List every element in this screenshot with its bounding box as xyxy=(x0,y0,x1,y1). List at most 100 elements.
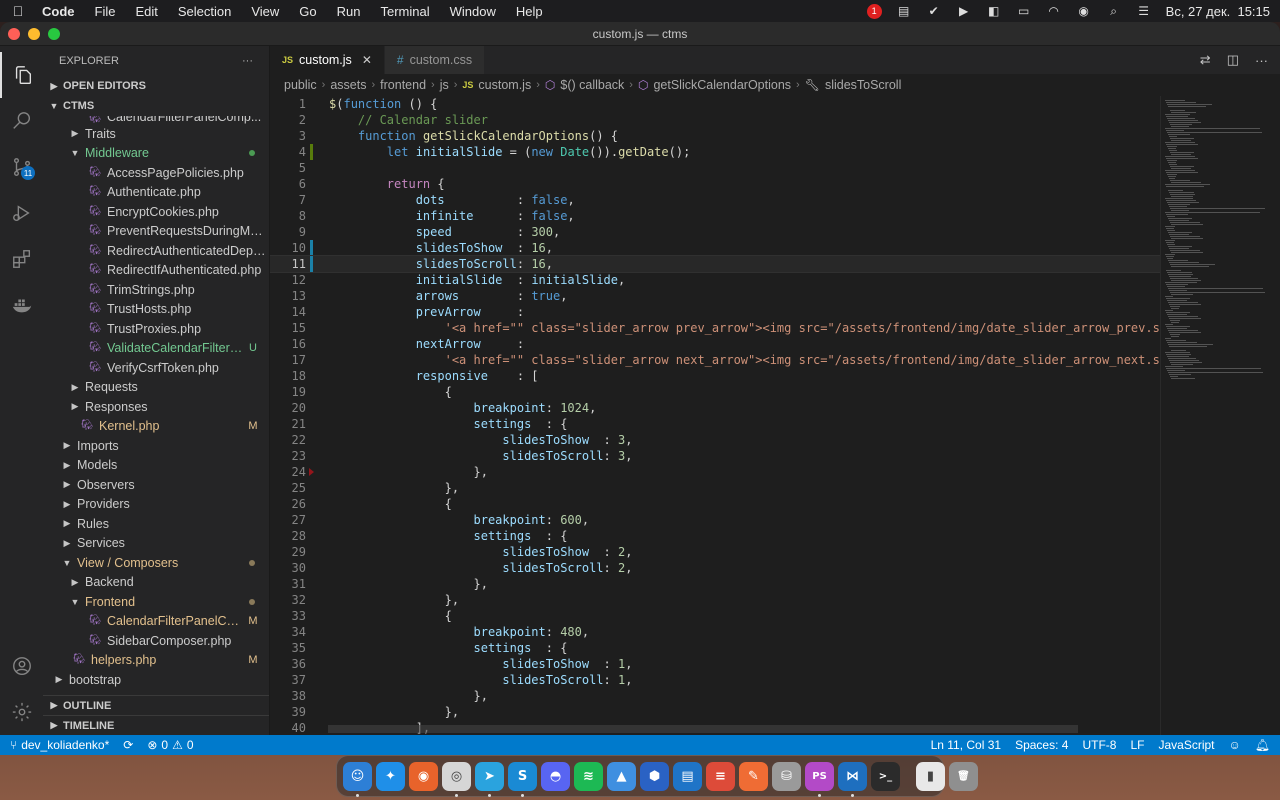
tree-file[interactable]: 🐘︎ VerifyCsrfToken.php xyxy=(43,358,269,378)
minimize-window-icon[interactable] xyxy=(28,28,40,40)
search-icon[interactable] xyxy=(0,98,43,144)
outline-section[interactable]: ▶ OUTLINE xyxy=(43,695,269,715)
code-line[interactable]: 38 }, xyxy=(270,688,1160,704)
discord-icon[interactable]: ◓ xyxy=(541,761,570,791)
line-ending[interactable]: LF xyxy=(1130,738,1144,752)
code-line[interactable]: 17 '<a href="" class="slider_arrow next_… xyxy=(270,352,1160,368)
tree-file[interactable]: 🐘︎ SidebarComposer.php xyxy=(43,631,269,651)
phpstorm-icon[interactable]: PS xyxy=(805,761,834,797)
tree-folder[interactable]: ▼ Middleware xyxy=(43,144,269,164)
firefox-icon[interactable]: ◉ xyxy=(409,761,438,791)
menu-selection[interactable]: Selection xyxy=(178,4,231,19)
code-line[interactable]: 15 '<a href="" class="slider_arrow prev_… xyxy=(270,320,1160,336)
trash-icon[interactable]: 🗑 xyxy=(949,761,978,791)
skype-icon[interactable]: S xyxy=(508,761,537,797)
play-icon[interactable]: ▶ xyxy=(956,4,972,18)
tree-folder[interactable]: ▶ Requests xyxy=(43,378,269,398)
safari-icon[interactable]: ✦ xyxy=(376,761,405,791)
control-center-icon[interactable]: ☰ xyxy=(1136,4,1152,18)
account-icon[interactable] xyxy=(0,643,43,689)
menu-terminal[interactable]: Terminal xyxy=(381,4,430,19)
code-line[interactable]: 32 }, xyxy=(270,592,1160,608)
tree-file[interactable]: 🐘︎ TrustProxies.php xyxy=(43,319,269,339)
code-line[interactable]: 20 breakpoint: 1024, xyxy=(270,400,1160,416)
checkmark-icon[interactable]: ✔ xyxy=(926,4,942,18)
run-debug-icon[interactable] xyxy=(0,190,43,236)
branch-status[interactable]: ⑂ dev_koliadenko* xyxy=(10,738,109,752)
keyboard-layout-icon[interactable]: ◧ xyxy=(986,4,1002,18)
user-icon[interactable]: ◉ xyxy=(1076,4,1092,18)
notification-badge-icon[interactable]: 1 xyxy=(866,3,882,19)
extensions-icon[interactable] xyxy=(0,236,43,282)
tab-custom-css[interactable]: # custom.css xyxy=(384,46,486,74)
tree-file[interactable]: 🐘︎ PreventRequestsDuringMainte... xyxy=(43,222,269,242)
code-line[interactable]: 36 slidesToShow : 1, xyxy=(270,656,1160,672)
open-changes-icon[interactable]: ⇄ xyxy=(1200,52,1211,68)
tree-file[interactable]: 🐘︎ AccessPagePolicies.php xyxy=(43,163,269,183)
code-line[interactable]: 21 settings : { xyxy=(270,416,1160,432)
tree-folder[interactable]: ▶ Rules xyxy=(43,514,269,534)
split-editor-icon[interactable]: ◫ xyxy=(1227,52,1239,68)
code-line[interactable]: 14 prevArrow : xyxy=(270,304,1160,320)
code-line[interactable]: 16 nextArrow : xyxy=(270,336,1160,352)
tree-folder[interactable]: ▶ Services xyxy=(43,534,269,554)
code-line[interactable]: 3 function getSlickCalendarOptions() { xyxy=(270,128,1160,144)
document-icon[interactable]: ▮ xyxy=(916,761,945,791)
breadcrumb-item[interactable]: assets xyxy=(330,78,366,92)
code-line[interactable]: 9 speed : 300, xyxy=(270,224,1160,240)
code-line[interactable]: 6 return { xyxy=(270,176,1160,192)
menu-edit[interactable]: Edit xyxy=(135,4,157,19)
notifications-bell-icon[interactable]: 🔔︎ xyxy=(1255,738,1270,752)
menu-help[interactable]: Help xyxy=(516,4,543,19)
tree-folder[interactable]: ▶ bootstrap xyxy=(43,670,269,688)
tree-file[interactable]: 🐘︎ ValidateCalendarFilterQu... U xyxy=(43,339,269,359)
menu-view[interactable]: View xyxy=(251,4,279,19)
sourcetree-icon[interactable]: ⬢ xyxy=(640,761,669,791)
project-section[interactable]: ▼ CTMS xyxy=(43,96,269,116)
zoom-window-icon[interactable] xyxy=(48,28,60,40)
code-line[interactable]: 11 slidesToScroll: 16, xyxy=(270,255,1160,273)
tree-folder[interactable]: ▶ Providers xyxy=(43,495,269,515)
code-line[interactable]: 26 { xyxy=(270,496,1160,512)
sequel-icon[interactable]: ⛁ xyxy=(772,761,801,791)
code-line[interactable]: 12 initialSlide : initialSlide, xyxy=(270,272,1160,288)
settings-gear-icon[interactable] xyxy=(0,689,43,735)
code-line[interactable]: 33 { xyxy=(270,608,1160,624)
breadcrumb-item[interactable]: js xyxy=(440,78,449,92)
code-line[interactable]: 28 settings : { xyxy=(270,528,1160,544)
code-line[interactable]: 23 slidesToScroll: 3, xyxy=(270,448,1160,464)
tree-file[interactable]: 🐘︎ EncryptCookies.php xyxy=(43,202,269,222)
code-line[interactable]: 37 slidesToScroll: 1, xyxy=(270,672,1160,688)
tree-folder[interactable]: ▼ Frontend xyxy=(43,592,269,612)
code-line[interactable]: 35 settings : { xyxy=(270,640,1160,656)
tree-file[interactable]: 🐘︎ CalendarFilterPanelComp... xyxy=(43,116,269,124)
code-line[interactable]: 29 slidesToShow : 2, xyxy=(270,544,1160,560)
more-actions-icon[interactable]: ··· xyxy=(242,55,253,67)
breadcrumb-item[interactable]: $() callback xyxy=(560,78,624,92)
battery-icon[interactable]: ▭ xyxy=(1016,4,1032,18)
close-tab-icon[interactable]: ✕ xyxy=(362,53,372,67)
tree-file[interactable]: 🐘︎ RedirectAuthenticatedDependi... xyxy=(43,241,269,261)
code-line[interactable]: 1 $(function () { xyxy=(270,96,1160,112)
tree-file[interactable]: 🐘︎ Kernel.php M xyxy=(43,417,269,437)
finder-icon[interactable]: ☺ xyxy=(343,761,372,797)
tree-file[interactable]: 🐘︎ helpers.php M xyxy=(43,651,269,671)
code-line[interactable]: 25 }, xyxy=(270,480,1160,496)
menubar-clock[interactable]: Вс, 27 дек. 15:15 xyxy=(1166,4,1270,19)
timeline-section[interactable]: ▶ TIMELINE xyxy=(43,715,269,735)
cursor-position[interactable]: Ln 11, Col 31 xyxy=(931,738,1002,752)
code-line[interactable]: 10 slidesToShow : 16, xyxy=(270,240,1160,256)
more-actions-icon[interactable]: ··· xyxy=(1255,53,1268,68)
telegram-icon[interactable]: ➤ xyxy=(475,761,504,797)
minimap[interactable] xyxy=(1160,96,1268,735)
code-line[interactable]: 13 arrows : true, xyxy=(270,288,1160,304)
code-line[interactable]: 24 }, xyxy=(270,464,1160,480)
menu-run[interactable]: Run xyxy=(337,4,361,19)
vertical-scrollbar[interactable] xyxy=(1268,96,1280,735)
menu-go[interactable]: Go xyxy=(299,4,316,19)
notes-icon[interactable]: ▤ xyxy=(896,4,912,18)
tree-folder[interactable]: ▶ Models xyxy=(43,456,269,476)
code-line[interactable]: 4 let initialSlide = (new Date ()). getDat… xyxy=(270,144,1160,160)
menu-file[interactable]: File xyxy=(95,4,116,19)
tree-folder[interactable]: ▶ Responses xyxy=(43,397,269,417)
